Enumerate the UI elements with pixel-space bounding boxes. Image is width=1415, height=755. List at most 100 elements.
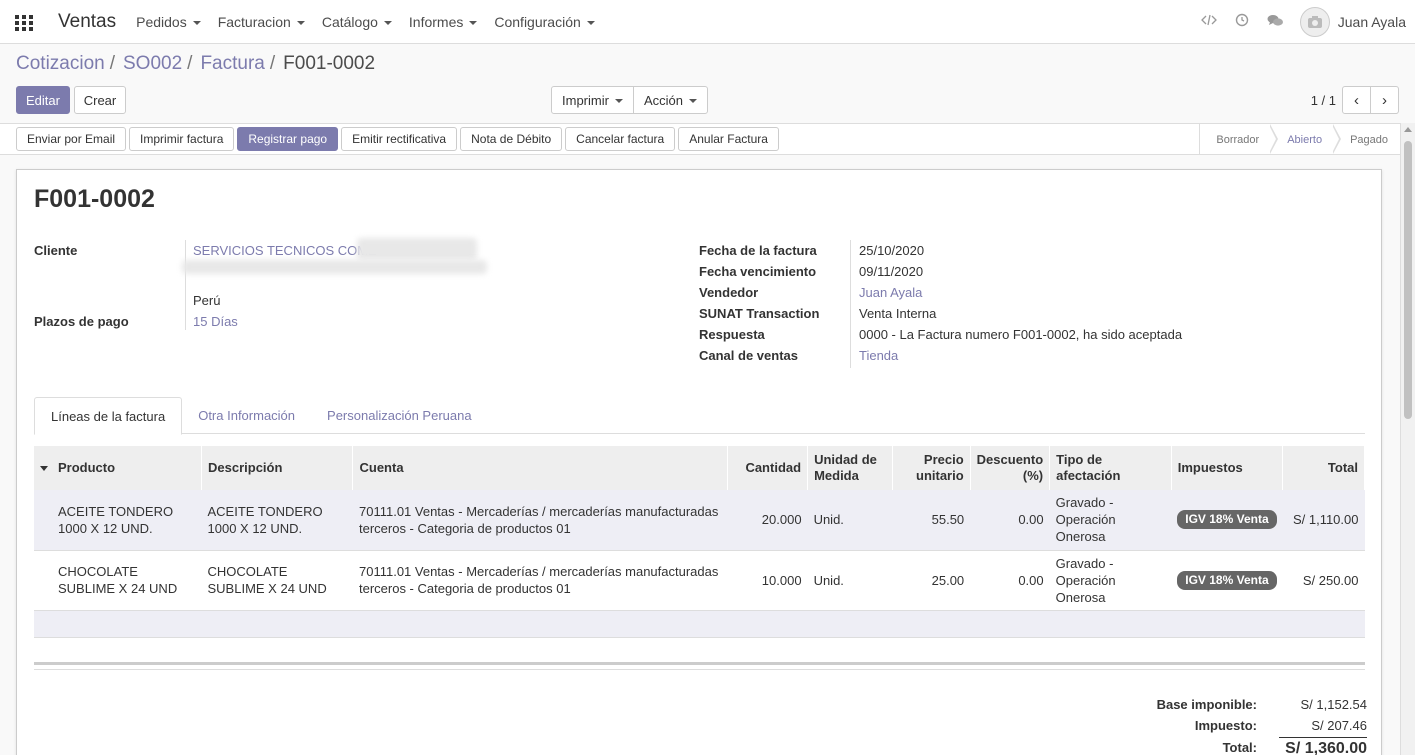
tab-other-info[interactable]: Otra Información: [182, 397, 311, 434]
state-abierto[interactable]: Abierto: [1269, 124, 1334, 155]
send-email-button[interactable]: Enviar por Email: [16, 127, 127, 151]
redacted-text: [357, 238, 477, 260]
menu-informes[interactable]: Informes: [408, 13, 478, 30]
menu-label: Facturacion: [217, 13, 291, 30]
plazos-link[interactable]: 15 Días: [193, 314, 238, 329]
chevron-left-icon: ‹: [1354, 91, 1359, 109]
clock-icon[interactable]: [1234, 13, 1250, 31]
debit-note-button[interactable]: Nota de Débito: [460, 127, 563, 151]
user-avatar[interactable]: [1299, 7, 1330, 37]
salesperson-link[interactable]: Juan Ayala: [859, 285, 922, 300]
menu-label: Catálogo: [321, 13, 378, 30]
cell-impuestos[interactable]: IGV 18% Venta: [1171, 550, 1283, 611]
menu-pedidos[interactable]: Pedidos: [136, 14, 201, 30]
invoice-number: F001-0002: [34, 185, 155, 213]
status-pipeline: Borrador Abierto Pagado: [1199, 124, 1400, 155]
cell-cuenta[interactable]: 70111.01 Ventas - Mercaderías / mercader…: [352, 490, 728, 551]
vertical-scrollbar[interactable]: [1400, 123, 1415, 755]
col-precio[interactable]: Precio unitario: [892, 446, 971, 490]
register-payment-button[interactable]: Registrar pago: [237, 127, 339, 151]
void-invoice-button[interactable]: Anular Factura: [678, 127, 779, 151]
print-dropdown[interactable]: Imprimir: [551, 86, 634, 114]
cell-descuento[interactable]: 0.00: [970, 490, 1050, 551]
col-descuento[interactable]: Descuento (%): [970, 446, 1051, 490]
breadcrumb-so002[interactable]: SO002: [123, 53, 182, 75]
cell-cuenta[interactable]: 70111.01 Ventas - Mercaderías / mercader…: [352, 550, 728, 611]
sales-channel-link[interactable]: Tienda: [859, 348, 898, 363]
col-cuenta[interactable]: Cuenta: [352, 446, 729, 490]
col-producto[interactable]: Producto: [34, 446, 202, 490]
print-label: Imprimir: [562, 92, 609, 108]
user-name[interactable]: Juan Ayala: [1338, 14, 1406, 30]
invoice-date-label: Fecha de la factura: [699, 243, 817, 258]
response-label: Respuesta: [699, 327, 765, 342]
table-header-row: Producto Descripción Cuenta Cantidad Uni…: [34, 446, 1365, 490]
table-row[interactable]: CHOCOLATE SUBLIME X 24 UND CHOCOLATE SUB…: [34, 550, 1365, 611]
cell-tipo[interactable]: Gravado - Operación Onerosa: [1049, 550, 1172, 611]
sales-channel-label: Canal de ventas: [699, 348, 798, 363]
cell-tipo[interactable]: Gravado - Operación Onerosa: [1049, 490, 1172, 551]
cell-producto[interactable]: CHOCOLATE SUBLIME X 24 UND: [34, 550, 202, 611]
pager-value[interactable]: 1 / 1: [1311, 93, 1336, 108]
create-button[interactable]: Crear: [74, 86, 126, 114]
cell-producto[interactable]: ACEITE TONDERO 1000 X 12 UND.: [34, 490, 202, 551]
cell-precio[interactable]: 55.50: [892, 490, 971, 551]
tab-invoice-lines[interactable]: Líneas de la factura: [34, 397, 183, 435]
notebook-tabs: Líneas de la factura Otra Información Pe…: [34, 397, 1365, 435]
col-descripcion[interactable]: Descripción: [201, 446, 354, 490]
cell-unidad[interactable]: Unid.: [807, 550, 893, 611]
field-separator: [850, 240, 851, 368]
menu-label: Informes: [408, 13, 464, 30]
action-dropdown[interactable]: Acción: [632, 86, 708, 114]
app-name[interactable]: Ventas: [58, 11, 116, 33]
col-total[interactable]: Total: [1282, 446, 1365, 490]
menu-facturacion[interactable]: Facturacion: [218, 14, 305, 30]
cell-unidad[interactable]: Unid.: [807, 490, 893, 551]
pager-next-button[interactable]: ›: [1370, 86, 1399, 114]
breadcrumb-separator: /: [109, 53, 115, 74]
cell-descripcion[interactable]: ACEITE TONDERO 1000 X 12 UND.: [201, 490, 353, 551]
breadcrumb-current: F001-0002: [283, 53, 376, 74]
edit-button[interactable]: Editar: [16, 86, 70, 114]
tab-peru-customization[interactable]: Personalización Peruana: [311, 397, 488, 434]
menu-configuracion[interactable]: Configuración: [494, 14, 595, 30]
plazos-label: Plazos de pago: [34, 314, 129, 329]
cliente-link[interactable]: SERVICIOS TECNICOS COME: [193, 243, 377, 258]
cell-total: S/ 250.00: [1282, 550, 1365, 611]
scroll-up-arrow-icon[interactable]: [1404, 127, 1412, 132]
breadcrumb-factura[interactable]: Factura: [200, 53, 264, 75]
print-invoice-button[interactable]: Imprimir factura: [129, 127, 235, 151]
invoice-lines-table: Producto Descripción Cuenta Cantidad Uni…: [34, 446, 1365, 638]
sunat-value: Venta Interna: [859, 306, 937, 321]
table-row[interactable]: ACEITE TONDERO 1000 X 12 UND. ACEITE TON…: [34, 490, 1365, 551]
navbar-right: Juan Ayala: [1200, 0, 1406, 44]
menu-catalogo[interactable]: Catálogo: [322, 14, 392, 30]
base-value: S/ 1,152.54: [1300, 697, 1368, 712]
cell-precio[interactable]: 25.00: [892, 550, 971, 611]
col-tipo[interactable]: Tipo de afectación: [1049, 446, 1172, 490]
state-pagado[interactable]: Pagado: [1332, 124, 1400, 155]
scrollbar-thumb[interactable]: [1404, 141, 1412, 419]
cell-cantidad[interactable]: 10.000: [727, 550, 808, 611]
col-impuestos[interactable]: Impuestos: [1171, 446, 1284, 490]
state-borrador[interactable]: Borrador: [1200, 124, 1271, 155]
code-icon[interactable]: [1200, 14, 1217, 30]
caret-down-icon: [586, 20, 595, 25]
col-unidad[interactable]: Unidad de Medida: [807, 446, 893, 490]
cell-cantidad[interactable]: 20.000: [727, 490, 808, 551]
chat-icon[interactable]: [1267, 14, 1283, 31]
table-footer-divider: [34, 662, 1365, 665]
cell-impuestos[interactable]: IGV 18% Venta: [1171, 490, 1283, 551]
cell-descuento[interactable]: 0.00: [970, 550, 1050, 611]
cell-total: S/ 1,110.00: [1282, 490, 1365, 551]
cancel-invoice-button[interactable]: Cancelar factura: [565, 127, 676, 151]
breadcrumb-cotizacion[interactable]: Cotizacion: [16, 53, 105, 75]
caret-down-icon: [688, 99, 697, 103]
cell-descripcion[interactable]: CHOCOLATE SUBLIME X 24 UND: [201, 550, 353, 611]
camera-icon: [1307, 16, 1322, 28]
pager-previous-button[interactable]: ‹: [1342, 86, 1371, 114]
apps-grid-icon[interactable]: [15, 14, 33, 31]
credit-note-button[interactable]: Emitir rectificativa: [341, 127, 458, 151]
col-cantidad[interactable]: Cantidad: [727, 446, 809, 490]
tax-badge: IGV 18% Venta: [1177, 510, 1277, 530]
